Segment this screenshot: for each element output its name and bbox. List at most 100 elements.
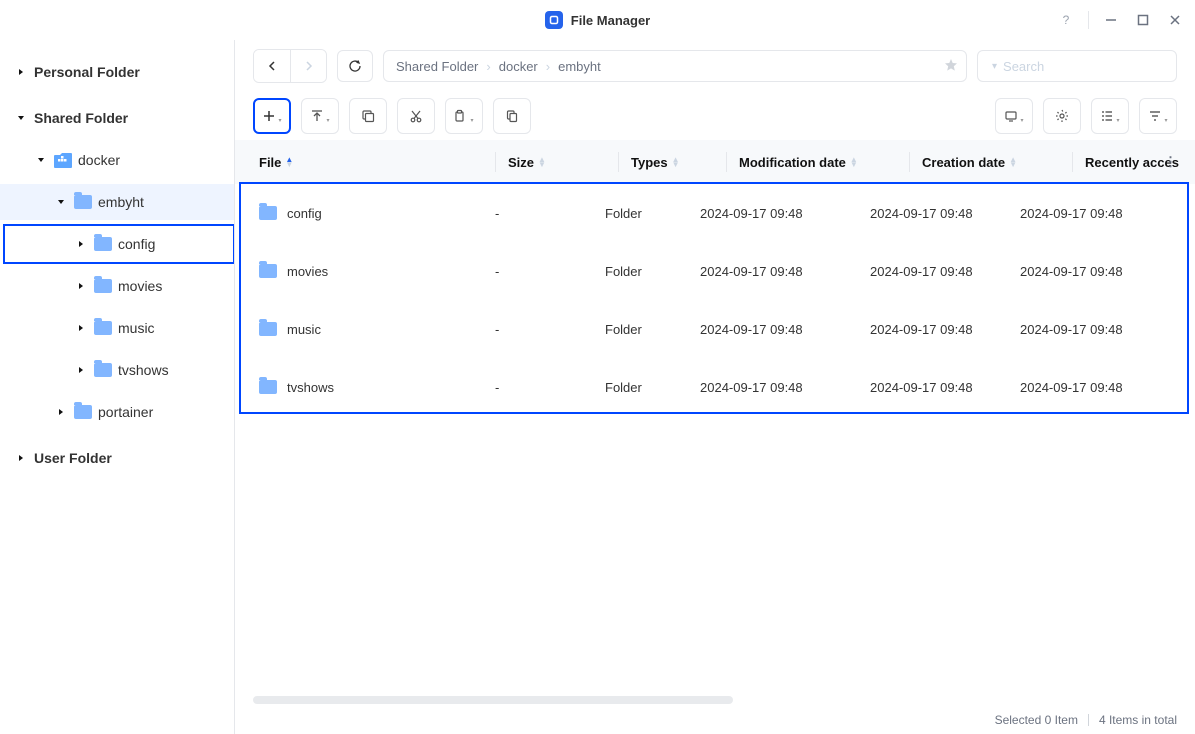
cell-mod: 2024-09-17 09:48 <box>700 380 870 395</box>
svg-text:?: ? <box>1063 13 1070 27</box>
cell-rec: 2024-09-17 09:48 <box>1020 264 1130 279</box>
tree-docker[interactable]: docker <box>0 142 234 178</box>
chevron-right-icon: › <box>546 59 550 74</box>
cut-button[interactable] <box>397 98 435 134</box>
dropdown-caret-icon: ▾ <box>278 117 281 124</box>
nav-group <box>253 49 327 83</box>
column-header-file[interactable]: File ▲▼ <box>255 155 495 170</box>
cell-name: config <box>287 206 322 221</box>
settings-button[interactable] <box>1043 98 1081 134</box>
folder-icon <box>74 403 92 421</box>
cell-rec: 2024-09-17 09:48 <box>1020 206 1130 221</box>
header-label: Creation date <box>922 155 1005 170</box>
table-row[interactable]: music - Folder 2024-09-17 09:48 2024-09-… <box>235 300 1195 358</box>
cell-rec: 2024-09-17 09:48 <box>1020 322 1130 337</box>
cell-name: tvshows <box>287 380 334 395</box>
docker-folder-icon <box>54 151 72 169</box>
tree-user-folder[interactable]: User Folder <box>0 440 234 476</box>
cell-cre: 2024-09-17 09:48 <box>870 206 1020 221</box>
favorite-star-icon[interactable] <box>944 58 958 75</box>
more-columns-icon[interactable]: ⋮ <box>1164 154 1177 170</box>
cell-size: - <box>495 264 605 279</box>
tree-shared-folder[interactable]: Shared Folder <box>0 100 234 136</box>
dropdown-caret-icon: ▾ <box>1116 117 1119 124</box>
refresh-button[interactable] <box>337 50 373 82</box>
tree-label: Personal Folder <box>34 64 140 80</box>
table-row[interactable]: tvshows - Folder 2024-09-17 09:48 2024-0… <box>235 358 1195 416</box>
sort-indicator-icon: ▲▼ <box>850 157 858 167</box>
divider <box>1088 11 1089 29</box>
table-row[interactable]: movies - Folder 2024-09-17 09:48 2024-09… <box>235 242 1195 300</box>
table-row[interactable]: config - Folder 2024-09-17 09:48 2024-09… <box>235 184 1195 242</box>
dropdown-caret-icon: ▾ <box>1164 117 1167 124</box>
cell-type: Folder <box>605 206 700 221</box>
copy-button[interactable] <box>349 98 387 134</box>
dropdown-caret-icon: ▾ <box>992 61 997 72</box>
folder-icon <box>259 264 277 278</box>
forward-button[interactable] <box>290 50 326 82</box>
folder-icon <box>259 322 277 336</box>
folder-icon <box>94 235 112 253</box>
chevron-right-icon: › <box>486 59 490 74</box>
tree-tvshows[interactable]: tvshows <box>0 352 234 388</box>
tree-portainer[interactable]: portainer <box>0 394 234 430</box>
horizontal-scrollbar[interactable] <box>253 696 733 704</box>
minimize-button[interactable] <box>1101 10 1121 30</box>
breadcrumb-root[interactable]: Shared Folder <box>396 59 478 74</box>
search-bar[interactable]: ▾ <box>977 50 1177 82</box>
tree-embyht[interactable]: embyht <box>0 184 234 220</box>
back-button[interactable] <box>254 50 290 82</box>
folder-icon <box>94 319 112 337</box>
tree-label: embyht <box>98 194 144 210</box>
sort-button[interactable]: ▾ <box>1139 98 1177 134</box>
remote-button[interactable]: ▾ <box>995 98 1033 134</box>
cell-cre: 2024-09-17 09:48 <box>870 322 1020 337</box>
paste-button[interactable]: ▾ <box>445 98 483 134</box>
statusbar: Selected 0 Item 4 Items in total <box>235 706 1195 734</box>
titlebar: File Manager ? <box>0 0 1195 40</box>
header-label: File <box>259 155 281 170</box>
upload-button[interactable]: ▾ <box>301 98 339 134</box>
close-button[interactable] <box>1165 10 1185 30</box>
cell-type: Folder <box>605 380 700 395</box>
status-selected: Selected 0 Item <box>995 713 1078 727</box>
tree-personal-folder[interactable]: Personal Folder <box>0 54 234 90</box>
column-header-modification[interactable]: Modification date ▲▼ <box>739 155 909 170</box>
tree-label: movies <box>118 278 162 294</box>
column-header-size[interactable]: Size ▲▼ <box>508 155 618 170</box>
column-header-creation[interactable]: Creation date ▲▼ <box>922 155 1072 170</box>
header-label: Modification date <box>739 155 846 170</box>
clipboard-button[interactable] <box>493 98 531 134</box>
divider <box>726 152 727 172</box>
chevron-down-icon <box>54 195 68 209</box>
create-button[interactable]: ▾ <box>253 98 291 134</box>
tree-label: Shared Folder <box>34 110 128 126</box>
dropdown-caret-icon: ▾ <box>470 117 473 124</box>
maximize-button[interactable] <box>1133 10 1153 30</box>
view-button[interactable]: ▾ <box>1091 98 1129 134</box>
tree-music[interactable]: music <box>0 310 234 346</box>
file-table-header: File ▲▼ Size ▲▼ Types ▲▼ Modification da… <box>235 140 1195 184</box>
help-button[interactable]: ? <box>1056 10 1076 30</box>
breadcrumb-seg-docker[interactable]: docker <box>499 59 538 74</box>
cell-rec: 2024-09-17 09:48 <box>1020 380 1130 395</box>
app-icon <box>545 11 563 29</box>
breadcrumb[interactable]: Shared Folder › docker › embyht <box>383 50 967 82</box>
chevron-right-icon <box>54 405 68 419</box>
column-header-types[interactable]: Types ▲▼ <box>631 155 726 170</box>
chevron-down-icon <box>14 111 28 125</box>
tree-label: portainer <box>98 404 153 420</box>
chevron-right-icon <box>14 65 28 79</box>
sort-indicator-icon: ▲▼ <box>1009 157 1017 167</box>
tree-label: tvshows <box>118 362 169 378</box>
folder-icon <box>94 277 112 295</box>
divider <box>909 152 910 172</box>
breadcrumb-seg-embyht[interactable]: embyht <box>558 59 601 74</box>
column-header-recent[interactable]: Recently acces <box>1085 155 1195 170</box>
search-input[interactable] <box>1001 58 1181 75</box>
cell-mod: 2024-09-17 09:48 <box>700 264 870 279</box>
cell-size: - <box>495 206 605 221</box>
header-label: Types <box>631 155 668 170</box>
tree-movies[interactable]: movies <box>0 268 234 304</box>
cell-mod: 2024-09-17 09:48 <box>700 322 870 337</box>
